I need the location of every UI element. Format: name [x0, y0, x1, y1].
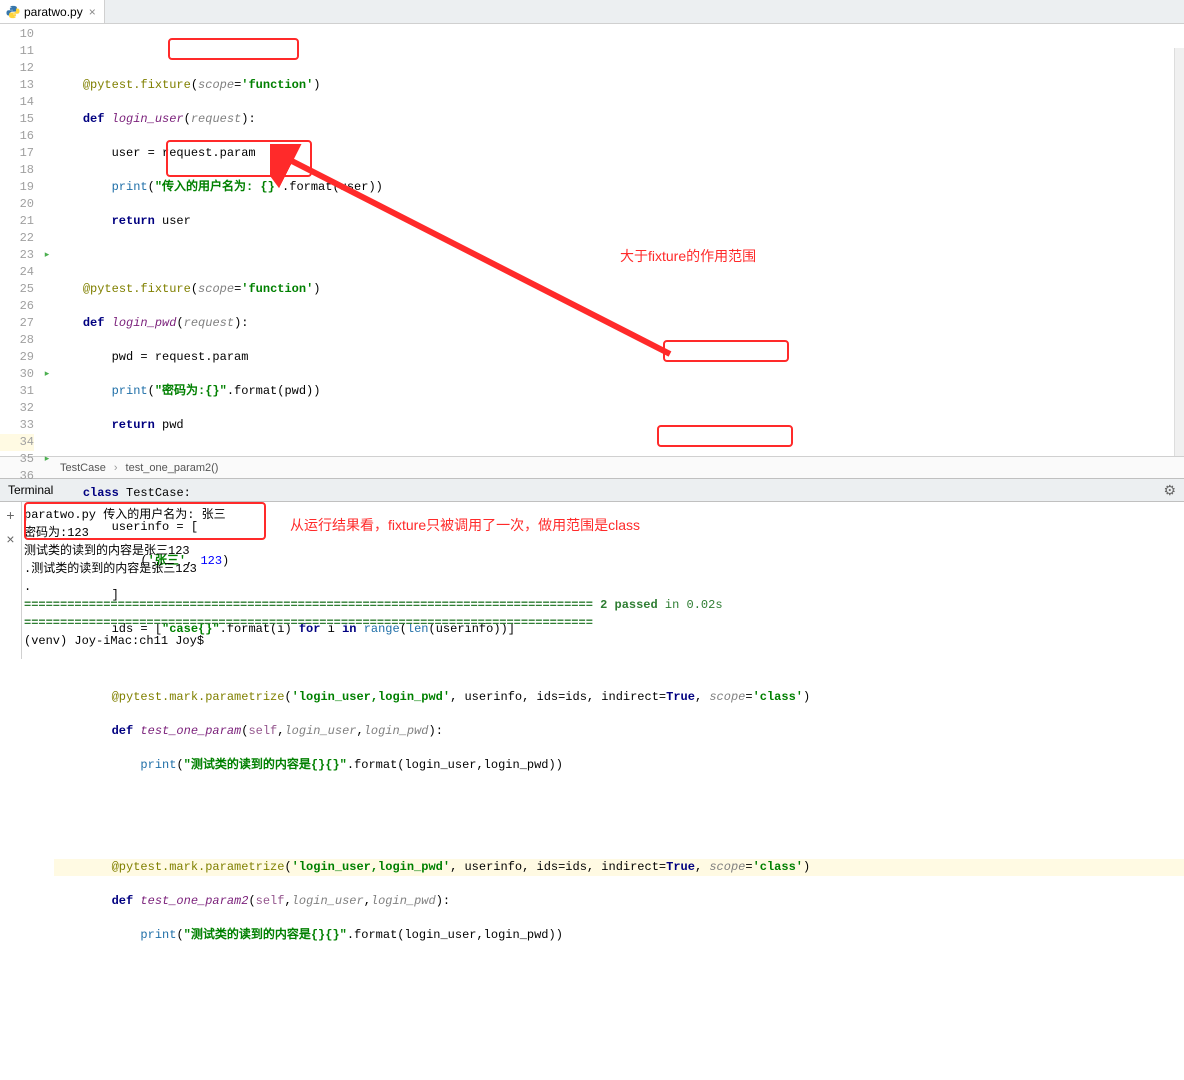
code-line: @pytest.mark.parametrize('login_user,log…: [54, 859, 1184, 876]
terminal-toolbar: + ×: [0, 502, 22, 659]
add-terminal-icon[interactable]: +: [6, 508, 14, 526]
terminal-line: .测试类的读到的内容是张三123: [24, 560, 1184, 578]
code-line: pwd = request.param: [54, 349, 1184, 366]
code-line: [54, 791, 1184, 808]
code-editor[interactable]: 1011121314151617181920212223242526272829…: [0, 24, 1184, 456]
file-tab[interactable]: paratwo.py ×: [0, 0, 105, 23]
code-line: def login_user(request):: [54, 111, 1184, 128]
code-line: user = request.param: [54, 145, 1184, 162]
code-line: print("测试类的读到的内容是{}{}".format(login_user…: [54, 757, 1184, 774]
code-line: print("传入的用户名为: {}".format(user)): [54, 179, 1184, 196]
terminal-line: .: [24, 578, 1184, 596]
code-line: print("密码为:{}".format(pwd)): [54, 383, 1184, 400]
code-line: def login_pwd(request):: [54, 315, 1184, 332]
terminal-line: 测试类的读到的内容是张三123: [24, 542, 1184, 560]
code-line: [54, 825, 1184, 842]
code-line: def test_one_param2(self,login_user,logi…: [54, 893, 1184, 910]
python-file-icon: [6, 5, 20, 19]
code-line: class TestCase:: [54, 485, 1184, 502]
terminal-title: Terminal: [8, 483, 53, 497]
tab-bar: paratwo.py ×: [0, 0, 1184, 24]
close-terminal-icon[interactable]: ×: [6, 532, 14, 550]
code-line: @pytest.fixture(scope='function'): [54, 77, 1184, 94]
terminal-line: ========================================…: [24, 596, 1184, 632]
terminal-prompt: (venv) Joy-iMac:ch11 Joy$: [24, 632, 1184, 650]
line-number-gutter: 1011121314151617181920212223242526272829…: [0, 24, 40, 456]
code-line: @pytest.mark.parametrize('login_user,log…: [54, 689, 1184, 706]
terminal-output[interactable]: + × paratwo.py 传入的用户名为: 张三 密码为:123 测试类的读…: [0, 502, 1184, 659]
code-line: return pwd: [54, 417, 1184, 434]
fold-gutter: ▸▸▸: [40, 24, 54, 456]
terminal-line: paratwo.py 传入的用户名为: 张三: [24, 506, 1184, 524]
code-line: [54, 451, 1184, 468]
code-area[interactable]: @pytest.fixture(scope='function') def lo…: [54, 24, 1184, 456]
code-line: return user: [54, 213, 1184, 230]
code-line: def test_one_param(self,login_user,login…: [54, 723, 1184, 740]
code-line: [54, 43, 1184, 60]
code-line: print("测试类的读到的内容是{}{}".format(login_user…: [54, 927, 1184, 944]
tab-filename: paratwo.py: [24, 5, 83, 19]
code-line: @pytest.fixture(scope='function'): [54, 281, 1184, 298]
terminal-line: 密码为:123: [24, 524, 1184, 542]
editor-scrollbar[interactable]: [1174, 48, 1184, 456]
close-tab-icon[interactable]: ×: [87, 5, 98, 19]
code-line: [54, 247, 1184, 264]
